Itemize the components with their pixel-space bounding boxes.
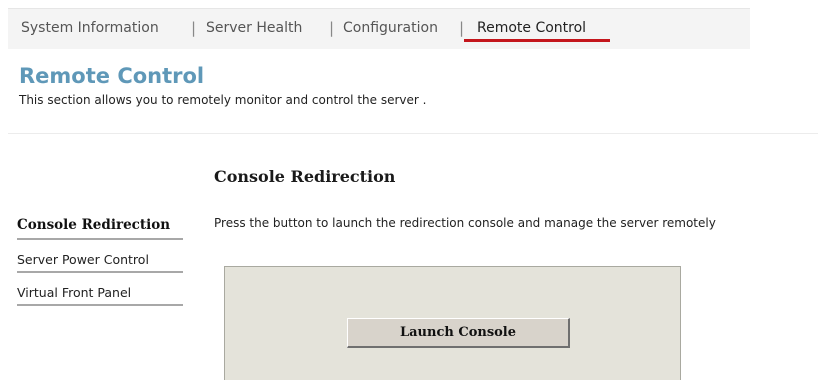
sidebar-item-label: Server Power Control [17,252,149,267]
sidebar-item-label: Console Redirection [17,217,171,233]
tab-remote-control[interactable]: Remote Control [477,20,586,36]
tab-separator: | [191,19,197,37]
top-tab-bar: System Information | Server Health | Con… [8,8,750,49]
sidebar-item-console-redirection[interactable]: Console Redirection [17,207,183,240]
instruction-text: Press the button to launch the redirecti… [214,216,716,230]
sidebar-nav: Console Redirection Server Power Control… [17,207,183,306]
launch-console-button[interactable]: Launch Console [347,318,570,348]
page-title: Remote Control [19,64,205,88]
console-panel: Launch Console [224,266,681,380]
tab-separator: | [459,19,465,37]
page-description: This section allows you to remotely moni… [19,93,427,107]
tab-system-information[interactable]: System Information [21,20,159,36]
active-tab-indicator [464,39,610,42]
sidebar-item-server-power-control[interactable]: Server Power Control [17,240,183,273]
tab-configuration[interactable]: Configuration [343,20,438,36]
section-title: Console Redirection [214,167,396,186]
sidebar-item-virtual-front-panel[interactable]: Virtual Front Panel [17,273,183,306]
tab-server-health[interactable]: Server Health [206,20,302,36]
header-divider [8,133,818,134]
tab-separator: | [329,19,335,37]
remote-control-page: System Information | Server Health | Con… [0,0,818,380]
sidebar-item-label: Virtual Front Panel [17,285,132,300]
